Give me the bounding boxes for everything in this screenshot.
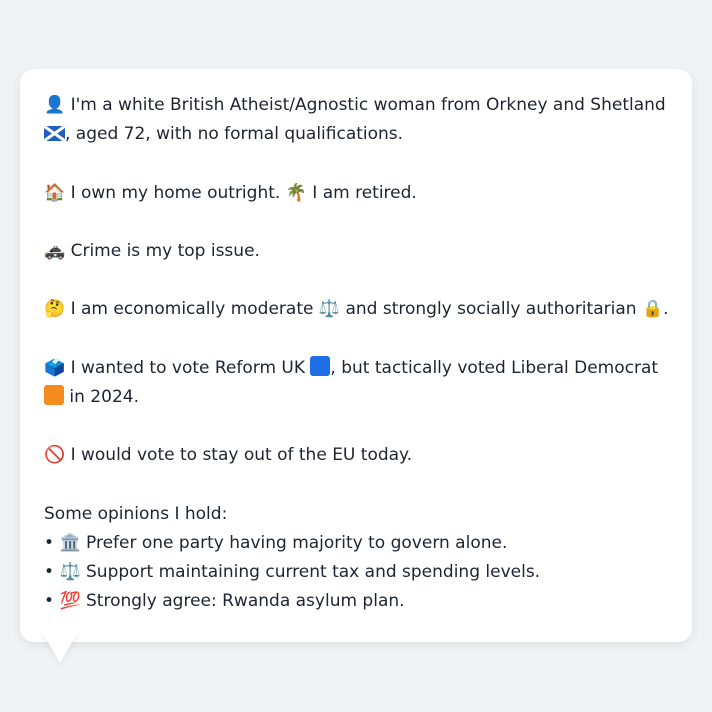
issue-text: Crime is my top issue.: [70, 240, 260, 261]
opinion-text: Strongly agree: Rwanda asylum plan.: [86, 591, 405, 612]
eu-text: I would vote to stay out of the EU today…: [70, 445, 413, 466]
opinion-item: • ⚖️ Support maintaining current tax and…: [44, 558, 668, 587]
opinions-heading: Some opinions I hold:: [44, 503, 228, 524]
home-text: I own my home outright.: [70, 182, 281, 203]
eu-line: 🚫 I would vote to stay out of the EU tod…: [44, 441, 668, 470]
economic-text: I am economically moderate: [70, 299, 314, 320]
vote-year-text: in 2024.: [69, 386, 139, 407]
ballot-box-icon: 🗳️: [44, 357, 66, 378]
balance-scale-icon: ⚖️: [318, 299, 341, 320]
identity-line: 👤 I'm a white British Atheist/Agnostic w…: [44, 91, 668, 149]
opinion-text: Prefer one party having majority to gove…: [86, 532, 508, 553]
prohibited-icon: 🚫: [44, 445, 66, 466]
social-text: and strongly socially authoritarian: [345, 299, 637, 320]
ideology-period: .: [663, 299, 669, 320]
vote-text: I wanted to vote Reform UK: [70, 357, 306, 378]
lock-icon: 🔒: [641, 299, 664, 320]
speech-bubble-tail: [41, 630, 79, 663]
thinking-face-icon: 🤔: [44, 299, 66, 320]
hundred-points-icon: 💯: [59, 591, 81, 612]
vote-line: 🗳️ I wanted to vote Reform UK , but tact…: [44, 354, 668, 412]
classical-building-icon: 🏛️: [59, 532, 81, 553]
issue-line: 🚓 Crime is my top issue.: [44, 237, 668, 266]
person-icon: 👤: [44, 95, 66, 115]
home-line: 🏠 I own my home outright. 🌴 I am retired…: [44, 179, 668, 208]
identity-text: I'm a white British Atheist/Agnostic wom…: [70, 95, 666, 115]
police-car-icon: 🚓: [44, 240, 66, 261]
opinions-section: Some opinions I hold: • 🏛️ Prefer one pa…: [44, 500, 668, 617]
scotland-flag-icon: [44, 126, 65, 142]
house-icon: 🏠: [44, 182, 66, 203]
retired-text: I am retired.: [312, 182, 417, 203]
bullet: •: [44, 562, 55, 583]
reform-color-square-icon: [310, 355, 331, 376]
identity-text-2: , aged 72, with no formal qualifications…: [65, 124, 404, 145]
opinion-text: Support maintaining current tax and spen…: [86, 562, 541, 583]
bullet: •: [44, 591, 55, 612]
opinion-item: • 💯 Strongly agree: Rwanda asylum plan.: [44, 587, 668, 616]
ideology-line: 🤔 I am economically moderate ⚖️ and stro…: [44, 295, 669, 324]
bullet: •: [44, 532, 55, 553]
vote-text-2: , but tactically voted Liberal Democrat: [330, 357, 659, 378]
libdem-color-square-icon: [44, 384, 64, 405]
opinion-item: • 🏛️ Prefer one party having majority to…: [44, 529, 668, 558]
balance-scale-icon: ⚖️: [59, 562, 81, 583]
persona-card: 👤 I'm a white British Atheist/Agnostic w…: [20, 69, 692, 642]
palm-tree-icon: 🌴: [285, 182, 307, 203]
